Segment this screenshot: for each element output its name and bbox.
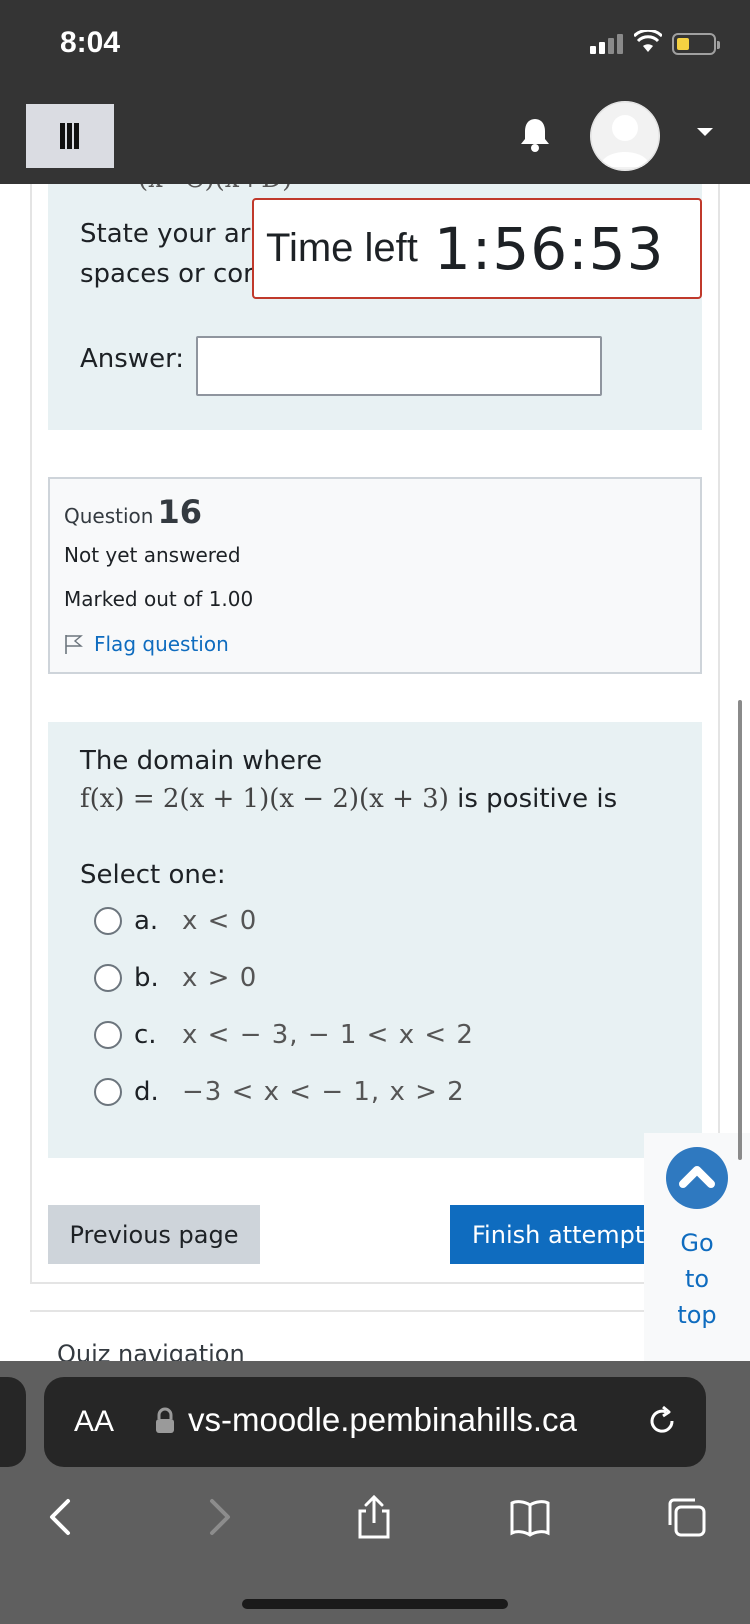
flag-question-label: Flag question: [94, 632, 229, 656]
avatar[interactable]: [590, 101, 660, 171]
previous-page-button[interactable]: Previous page: [48, 1205, 260, 1264]
battery-icon: [672, 33, 720, 55]
text-size-button[interactable]: AA: [74, 1405, 114, 1439]
question-text: The domain where f(x) = 2(x + 1)(x − 2)(…: [80, 746, 618, 814]
url-text[interactable]: vs-moodle.pembinahills.ca: [188, 1401, 577, 1439]
back-icon[interactable]: [40, 1495, 84, 1539]
signal-icon: [590, 32, 624, 54]
question-marks: Marked out of 1.00: [64, 587, 254, 611]
answer-input[interactable]: [196, 336, 602, 396]
divider: [30, 1310, 644, 1312]
user-icon: [590, 101, 660, 171]
menu-button[interactable]: [26, 104, 114, 168]
option-a-radio[interactable]: [94, 907, 122, 935]
browser-toolbar: AA vs-moodle.pembinahills.ca: [0, 1361, 750, 1624]
question-function: f(x) = 2(x + 1)(x − 2)(x + 3): [80, 784, 449, 814]
go-to-top-button[interactable]: Go to top: [644, 1133, 750, 1361]
option-d-radio[interactable]: [94, 1078, 122, 1106]
status-time: 8:04: [60, 26, 121, 59]
finish-attempt-button[interactable]: Finish attempt ...: [450, 1205, 644, 1264]
option-c[interactable]: c. x < − 3, − 1 < x < 2: [94, 1020, 474, 1050]
question-box: The domain where f(x) = 2(x + 1)(x − 2)(…: [48, 722, 702, 1158]
option-d[interactable]: d. −3 < x < − 1, x > 2: [94, 1077, 465, 1107]
question-status: Not yet answered: [64, 543, 241, 567]
hamburger-icon: [60, 123, 79, 149]
previous-tab-pill[interactable]: [0, 1377, 26, 1467]
flag-icon: [65, 635, 83, 654]
lock-icon: [156, 1407, 174, 1433]
option-b-radio[interactable]: [94, 964, 122, 992]
flag-question-link[interactable]: Flag question: [64, 632, 229, 656]
option-a[interactable]: a. x < 0: [94, 906, 257, 936]
share-icon[interactable]: [352, 1495, 396, 1539]
reload-icon[interactable]: [644, 1403, 680, 1439]
bookmarks-icon[interactable]: [508, 1495, 552, 1539]
select-one-label: Select one:: [80, 860, 226, 890]
bell-icon[interactable]: [518, 116, 552, 152]
address-bar[interactable]: AA vs-moodle.pembinahills.ca: [44, 1377, 706, 1467]
home-indicator: [242, 1599, 508, 1609]
question-number: Question 16: [64, 493, 202, 531]
scrollbar[interactable]: [738, 700, 742, 1160]
go-to-top-label: Go to top: [677, 1229, 717, 1329]
timer-value: 1:56:53: [433, 214, 665, 283]
option-b[interactable]: b. x > 0: [94, 963, 257, 993]
tabs-icon[interactable]: [664, 1495, 708, 1539]
timer-label: Time left: [266, 226, 418, 270]
wifi-icon: [634, 30, 662, 52]
time-left-timer: Time left 1:56:53: [252, 198, 702, 299]
chevron-up-icon: [666, 1147, 728, 1209]
chevron-down-icon[interactable]: [697, 128, 713, 136]
answer-label: Answer:: [80, 344, 185, 374]
top-bar: 8:04: [0, 0, 750, 184]
option-c-radio[interactable]: [94, 1021, 122, 1049]
previous-question-math: (x−C)(x+D): [138, 184, 292, 194]
question-info: Question 16 Not yet answered Marked out o…: [48, 477, 702, 674]
forward-icon[interactable]: [196, 1495, 240, 1539]
